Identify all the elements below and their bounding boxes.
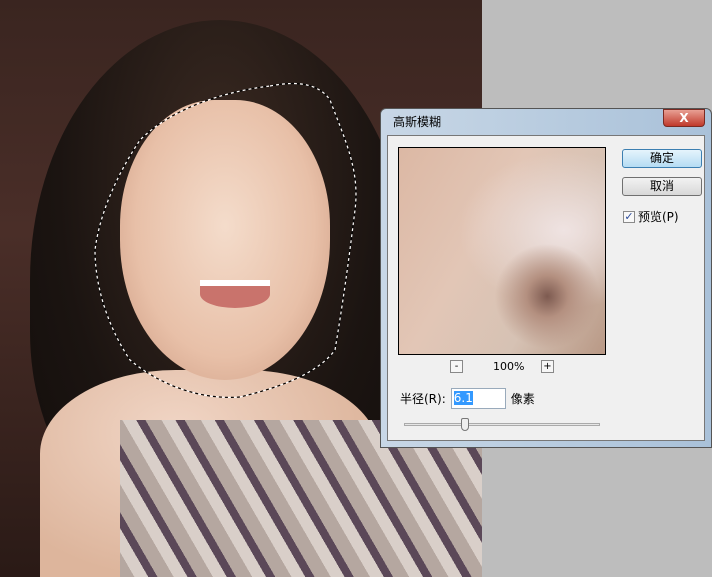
preview-checkbox[interactable]: ✓ 预览(P): [623, 208, 679, 225]
zoom-in-button[interactable]: +: [541, 360, 554, 373]
close-icon: X: [679, 111, 689, 125]
dialog-title: 高斯模糊: [393, 115, 442, 129]
preview-label: 预览(P): [638, 210, 679, 224]
radius-slider[interactable]: [404, 418, 600, 431]
radius-row: 半径(R): 6.1 像素: [400, 388, 535, 409]
slider-thumb[interactable]: [461, 418, 470, 431]
preview-image[interactable]: [398, 147, 606, 355]
close-button[interactable]: X: [663, 109, 705, 127]
cancel-button[interactable]: 取消: [622, 177, 702, 196]
gaussian-blur-dialog: 高斯模糊 X - 100% + 确定 取消 ✓ 预览(P) 半径(R): 6.1…: [380, 108, 712, 448]
radius-input[interactable]: 6.1: [450, 388, 506, 409]
zoom-level: 100%: [493, 360, 525, 373]
ok-button[interactable]: 确定: [622, 149, 702, 168]
radius-value: 6.1: [453, 391, 473, 405]
zoom-out-button[interactable]: -: [450, 360, 463, 373]
radius-unit: 像素: [510, 392, 535, 406]
radius-label: 半径(R):: [400, 392, 446, 406]
dialog-body: - 100% + 确定 取消 ✓ 预览(P) 半径(R): 6.1 像素: [387, 135, 705, 441]
checkmark-icon[interactable]: ✓: [623, 210, 635, 223]
